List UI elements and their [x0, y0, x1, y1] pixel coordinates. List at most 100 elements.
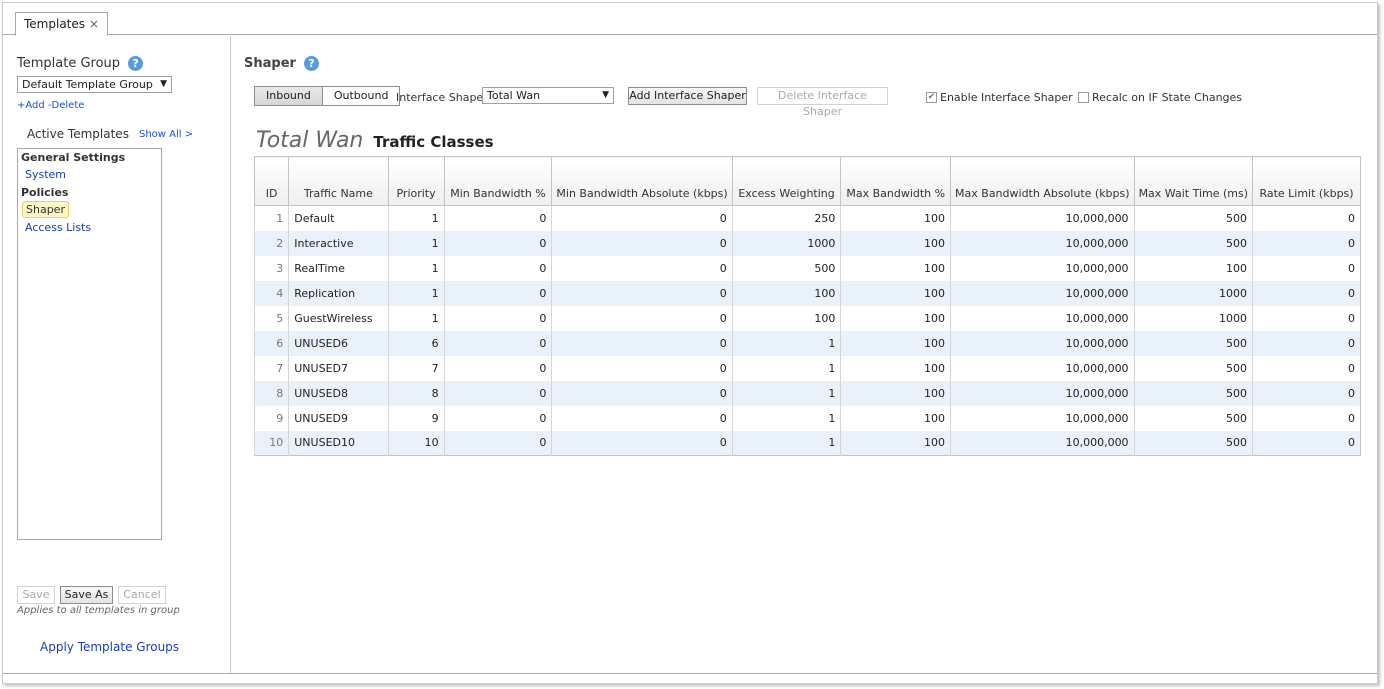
- table-cell[interactable]: 100: [731, 305, 841, 331]
- table-cell[interactable]: 500: [1133, 405, 1253, 431]
- table-cell[interactable]: 0: [1252, 230, 1361, 256]
- table-cell[interactable]: 0: [443, 405, 552, 431]
- column-header[interactable]: ID: [253, 156, 289, 206]
- traffic-name-cell[interactable]: UNUSED9: [288, 405, 389, 431]
- apply-template-groups-link[interactable]: Apply Template Groups: [40, 640, 179, 654]
- table-cell[interactable]: 100: [840, 355, 951, 381]
- table-row[interactable]: 8 UNUSED8 8 0 0 1 100 10,000,000 500 0: [253, 380, 1361, 406]
- table-cell[interactable]: 0: [1252, 205, 1361, 231]
- table-cell[interactable]: 7: [387, 355, 445, 381]
- table-cell[interactable]: 100: [1133, 255, 1253, 281]
- row-id-cell[interactable]: 2: [253, 230, 289, 256]
- row-id-cell[interactable]: 8: [253, 380, 289, 406]
- column-header[interactable]: Excess Weighting: [731, 156, 841, 206]
- table-cell[interactable]: 0: [551, 305, 733, 331]
- traffic-name-cell[interactable]: RealTime: [288, 255, 389, 281]
- table-cell[interactable]: 100: [840, 205, 951, 231]
- table-cell[interactable]: 1: [387, 280, 445, 306]
- column-header[interactable]: Max Bandwidth %: [840, 156, 951, 206]
- traffic-name-cell[interactable]: UNUSED6: [288, 330, 389, 356]
- table-cell[interactable]: 500: [731, 255, 841, 281]
- traffic-name-cell[interactable]: Interactive: [288, 230, 389, 256]
- enable-interface-shaper-option[interactable]: ✔ Enable Interface Shaper: [926, 91, 1073, 104]
- table-cell[interactable]: 1: [387, 230, 445, 256]
- delete-interface-shaper-button[interactable]: Delete Interface Shaper: [757, 87, 888, 118]
- table-cell[interactable]: 1: [731, 355, 841, 381]
- table-cell[interactable]: 0: [443, 380, 552, 406]
- add-group-link[interactable]: +Add: [17, 100, 45, 111]
- table-cell[interactable]: 1: [387, 305, 445, 331]
- table-cell[interactable]: 1000: [1133, 305, 1253, 331]
- save-button[interactable]: Save: [17, 586, 55, 604]
- table-cell[interactable]: 500: [1133, 380, 1253, 406]
- help-icon[interactable]: ?: [128, 56, 144, 71]
- cancel-button[interactable]: Cancel: [118, 586, 166, 604]
- table-cell[interactable]: 10,000,000: [950, 405, 1135, 431]
- recalc-on-if-state-option[interactable]: Recalc on IF State Changes: [1078, 91, 1242, 104]
- column-header[interactable]: Min Bandwidth Absolute (kbps): [551, 156, 733, 206]
- table-cell[interactable]: 100: [840, 380, 951, 406]
- row-id-cell[interactable]: 6: [253, 330, 289, 356]
- row-id-cell[interactable]: 9: [253, 405, 289, 431]
- table-row[interactable]: 7 UNUSED7 7 0 0 1 100 10,000,000 500 0: [253, 355, 1361, 381]
- table-cell[interactable]: 9: [387, 405, 445, 431]
- table-cell[interactable]: 10,000,000: [950, 305, 1135, 331]
- table-cell[interactable]: 0: [551, 330, 733, 356]
- table-cell[interactable]: 10,000,000: [950, 205, 1135, 231]
- column-header[interactable]: Rate Limit (kbps): [1252, 156, 1361, 206]
- row-id-cell[interactable]: 10: [253, 430, 289, 456]
- table-cell[interactable]: 6: [387, 330, 445, 356]
- table-cell[interactable]: 100: [840, 230, 951, 256]
- row-id-cell[interactable]: 1: [253, 205, 289, 231]
- table-cell[interactable]: 0: [551, 255, 733, 281]
- table-cell[interactable]: 0: [443, 230, 552, 256]
- table-cell[interactable]: 0: [551, 380, 733, 406]
- traffic-name-cell[interactable]: UNUSED10: [288, 430, 389, 456]
- table-cell[interactable]: 500: [1133, 230, 1253, 256]
- column-header[interactable]: Traffic Name: [288, 156, 389, 206]
- tree-item-shaper[interactable]: Shaper: [22, 201, 69, 218]
- table-cell[interactable]: 0: [551, 280, 733, 306]
- table-cell[interactable]: 0: [1252, 330, 1361, 356]
- save-as-button[interactable]: Save As: [60, 586, 113, 604]
- table-cell[interactable]: 0: [1252, 305, 1361, 331]
- table-cell[interactable]: 1: [731, 430, 841, 456]
- table-cell[interactable]: 0: [443, 305, 552, 331]
- table-cell[interactable]: 0: [551, 230, 733, 256]
- table-cell[interactable]: 500: [1133, 330, 1253, 356]
- table-cell[interactable]: 0: [551, 430, 733, 456]
- table-cell[interactable]: 0: [443, 355, 552, 381]
- table-cell[interactable]: 100: [840, 430, 951, 456]
- outbound-button[interactable]: Outbound: [323, 87, 400, 105]
- table-cell[interactable]: 10,000,000: [950, 430, 1135, 456]
- table-cell[interactable]: 100: [840, 330, 951, 356]
- table-cell[interactable]: 1: [387, 205, 445, 231]
- table-cell[interactable]: 0: [1252, 430, 1361, 456]
- traffic-name-cell[interactable]: Replication: [288, 280, 389, 306]
- table-cell[interactable]: 1000: [1133, 280, 1253, 306]
- table-cell[interactable]: 0: [551, 355, 733, 381]
- inbound-button[interactable]: Inbound: [255, 87, 323, 105]
- table-cell[interactable]: 0: [443, 430, 552, 456]
- table-cell[interactable]: 10,000,000: [950, 330, 1135, 356]
- row-id-cell[interactable]: 7: [253, 355, 289, 381]
- table-cell[interactable]: 0: [443, 280, 552, 306]
- tree-item-access-lists[interactable]: Access Lists: [25, 221, 91, 234]
- recalc-on-if-state-checkbox[interactable]: [1078, 92, 1089, 103]
- table-row[interactable]: 5 GuestWireless 1 0 0 100 100 10,000,000 1000 0: [253, 305, 1361, 331]
- traffic-name-cell[interactable]: Default: [288, 205, 389, 231]
- table-cell[interactable]: 0: [551, 405, 733, 431]
- table-cell[interactable]: 10: [387, 430, 445, 456]
- traffic-name-cell[interactable]: UNUSED7: [288, 355, 389, 381]
- close-icon[interactable]: ×: [89, 14, 99, 35]
- table-cell[interactable]: 250: [731, 205, 841, 231]
- table-row[interactable]: 1 Default 1 0 0 250 100 10,000,000 500 0: [253, 205, 1361, 231]
- table-cell[interactable]: 0: [443, 330, 552, 356]
- table-cell[interactable]: 0: [1252, 255, 1361, 281]
- table-cell[interactable]: 0: [1252, 405, 1361, 431]
- table-cell[interactable]: 0: [551, 205, 733, 231]
- table-cell[interactable]: 1: [731, 405, 841, 431]
- table-row[interactable]: 3 RealTime 1 0 0 500 100 10,000,000 100 0: [253, 255, 1361, 281]
- column-header[interactable]: Max Bandwidth Absolute (kbps): [950, 156, 1135, 206]
- column-header[interactable]: Max Wait Time (ms): [1133, 156, 1253, 206]
